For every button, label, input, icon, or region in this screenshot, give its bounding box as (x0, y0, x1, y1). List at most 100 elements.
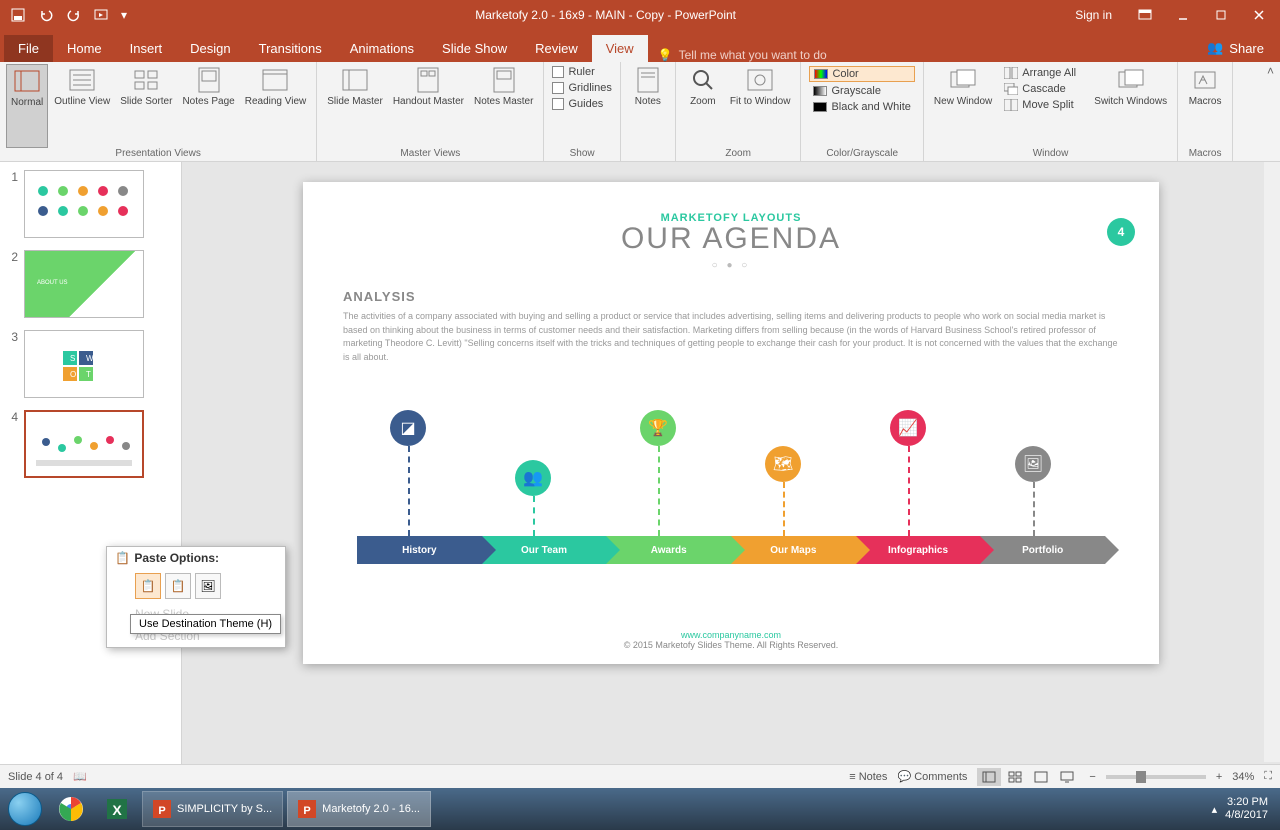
chrome-icon[interactable] (50, 791, 92, 827)
move-split-button[interactable]: Move Split (1000, 98, 1086, 112)
chart-icon: 📈 (890, 410, 926, 446)
task-simplicity[interactable]: PSIMPLICITY by S... (142, 791, 283, 827)
close-button[interactable] (1244, 3, 1274, 27)
group-macros: Macros (1184, 148, 1226, 161)
reading-view-icon[interactable] (1029, 768, 1053, 786)
guides-checkbox[interactable]: Guides (552, 98, 611, 110)
window-title: Marketofy 2.0 - 16x9 - MAIN - Copy - Pow… (136, 8, 1075, 22)
slide-canvas[interactable]: 4 MARKETOFY LAYOUTS OUR AGENDA ○ ● ○ ANA… (303, 182, 1159, 664)
fit-to-window-button[interactable]: Fit to Window (726, 64, 795, 148)
handout-master-button[interactable]: Handout Master (389, 64, 468, 148)
svg-text:T: T (86, 370, 91, 379)
main-area: 1 2 3SWOT 4 4 MARKETOFY LAYOUTS OUR AGEN… (0, 162, 1280, 764)
outline-view-button[interactable]: Outline View (50, 64, 114, 148)
slide-thumb-2[interactable] (24, 250, 144, 318)
slide-thumb-1[interactable] (24, 170, 144, 238)
fit-slide-icon[interactable]: ⛶ (1264, 770, 1272, 783)
ribbon-display-icon[interactable] (1130, 3, 1160, 27)
start-button[interactable] (4, 788, 46, 830)
switch-windows-button[interactable]: Switch Windows (1090, 64, 1171, 148)
gridlines-checkbox[interactable]: Gridlines (552, 82, 611, 94)
arrow-awards: Awards (606, 536, 731, 564)
spellcheck-icon[interactable]: 📖 (73, 770, 87, 783)
paste-tooltip: Use Destination Theme (H) (130, 614, 281, 634)
quick-access-toolbar: ▾ (0, 3, 136, 27)
paste-keep-source-button[interactable]: 📋 (165, 573, 191, 599)
zoom-slider[interactable] (1106, 775, 1206, 779)
slide-master-button[interactable]: Slide Master (323, 64, 387, 148)
task-marketofy[interactable]: PMarketofy 2.0 - 16... (287, 791, 431, 827)
ribbon-tabs: File Home Insert Design Transitions Anim… (0, 30, 1280, 62)
map-icon: 🗺 (765, 446, 801, 482)
maximize-button[interactable] (1206, 3, 1236, 27)
qat-dropdown-icon[interactable]: ▾ (118, 3, 130, 27)
new-window-button[interactable]: New Window (930, 64, 996, 148)
slideshow-view-icon[interactable] (1055, 768, 1079, 786)
tab-review[interactable]: Review (521, 35, 592, 62)
zoom-out-button[interactable]: − (1089, 771, 1095, 783)
group-zoom: Zoom (682, 148, 795, 161)
tab-transitions[interactable]: Transitions (245, 35, 336, 62)
cascade-button[interactable]: Cascade (1000, 82, 1086, 96)
slide-thumbnail-panel: 1 2 3SWOT 4 (0, 162, 182, 764)
share-button[interactable]: 👥 Share (1191, 34, 1280, 62)
tab-animations[interactable]: Animations (336, 35, 428, 62)
svg-text:W: W (86, 354, 94, 363)
notes-toggle[interactable]: ≡ Notes (849, 771, 887, 783)
undo-icon[interactable] (34, 3, 58, 27)
people-icon: 👥 (515, 460, 551, 496)
start-from-beginning-icon[interactable] (90, 3, 114, 27)
arrange-all-button[interactable]: Arrange All (1000, 66, 1086, 80)
paste-picture-button[interactable]: 🖼 (195, 573, 221, 599)
collapse-ribbon-icon[interactable]: ˄ (1267, 64, 1274, 78)
svg-text:X: X (112, 802, 122, 818)
slide-thumb-3[interactable]: SWOT (24, 330, 144, 398)
tray-chevron-icon[interactable]: ▴ (1212, 803, 1218, 816)
tab-slideshow[interactable]: Slide Show (428, 35, 521, 62)
reading-view-button[interactable]: Reading View (241, 64, 311, 148)
tell-me-input[interactable]: 💡 Tell me what you want to do (648, 48, 1191, 62)
redo-icon[interactable] (62, 3, 86, 27)
color-mode-button[interactable]: Color (809, 66, 914, 82)
tab-file[interactable]: File (4, 35, 53, 62)
normal-view-icon[interactable] (977, 768, 1001, 786)
slide-editor[interactable]: 4 MARKETOFY LAYOUTS OUR AGENDA ○ ● ○ ANA… (182, 162, 1280, 764)
timeline: ◪ 👥 🏆 🗺 📈 🖼 History Our Team Awards Our … (357, 404, 1105, 564)
trophy-icon: 🏆 (640, 410, 676, 446)
tab-design[interactable]: Design (176, 35, 244, 62)
zoom-button[interactable]: Zoom (682, 64, 724, 148)
zoom-in-button[interactable]: + (1216, 771, 1222, 783)
arrow-team: Our Team (482, 536, 607, 564)
macros-button[interactable]: Macros (1184, 64, 1226, 148)
vertical-scrollbar[interactable] (1264, 162, 1280, 762)
tab-view[interactable]: View (592, 35, 648, 62)
slide-footer: www.companyname.com © 2015 Marketofy Sli… (303, 630, 1159, 650)
zoom-level[interactable]: 34% (1232, 771, 1254, 783)
comments-toggle[interactable]: 💬 Comments (897, 770, 967, 783)
normal-view-button[interactable]: Normal (6, 64, 48, 148)
slide-sorter-button[interactable]: Slide Sorter (116, 64, 176, 148)
sign-in-link[interactable]: Sign in (1075, 8, 1112, 22)
lightbulb-icon: 💡 (658, 48, 673, 62)
group-show: Show (550, 148, 613, 161)
grayscale-mode-button[interactable]: Grayscale (809, 84, 914, 98)
svg-text:P: P (304, 805, 311, 817)
image-icon: 🖼 (1015, 446, 1051, 482)
excel-icon[interactable]: X (96, 791, 138, 827)
paste-destination-theme-button[interactable]: 📋 (135, 573, 161, 599)
svg-text:S: S (70, 354, 75, 363)
section-title: ANALYSIS (343, 289, 1119, 304)
tab-insert[interactable]: Insert (116, 35, 177, 62)
notes-button[interactable]: Notes (627, 64, 669, 159)
save-icon[interactable] (6, 3, 30, 27)
group-presentation-views: Presentation Views (6, 148, 310, 161)
notes-master-button[interactable]: Notes Master (470, 64, 537, 148)
tab-home[interactable]: Home (53, 35, 116, 62)
cube-icon: ◪ (390, 410, 426, 446)
bw-mode-button[interactable]: Black and White (809, 100, 914, 114)
sorter-view-icon[interactable] (1003, 768, 1027, 786)
slide-thumb-4[interactable] (24, 410, 144, 478)
ruler-checkbox[interactable]: Ruler (552, 66, 611, 78)
notes-page-button[interactable]: Notes Page (178, 64, 238, 148)
minimize-button[interactable] (1168, 3, 1198, 27)
